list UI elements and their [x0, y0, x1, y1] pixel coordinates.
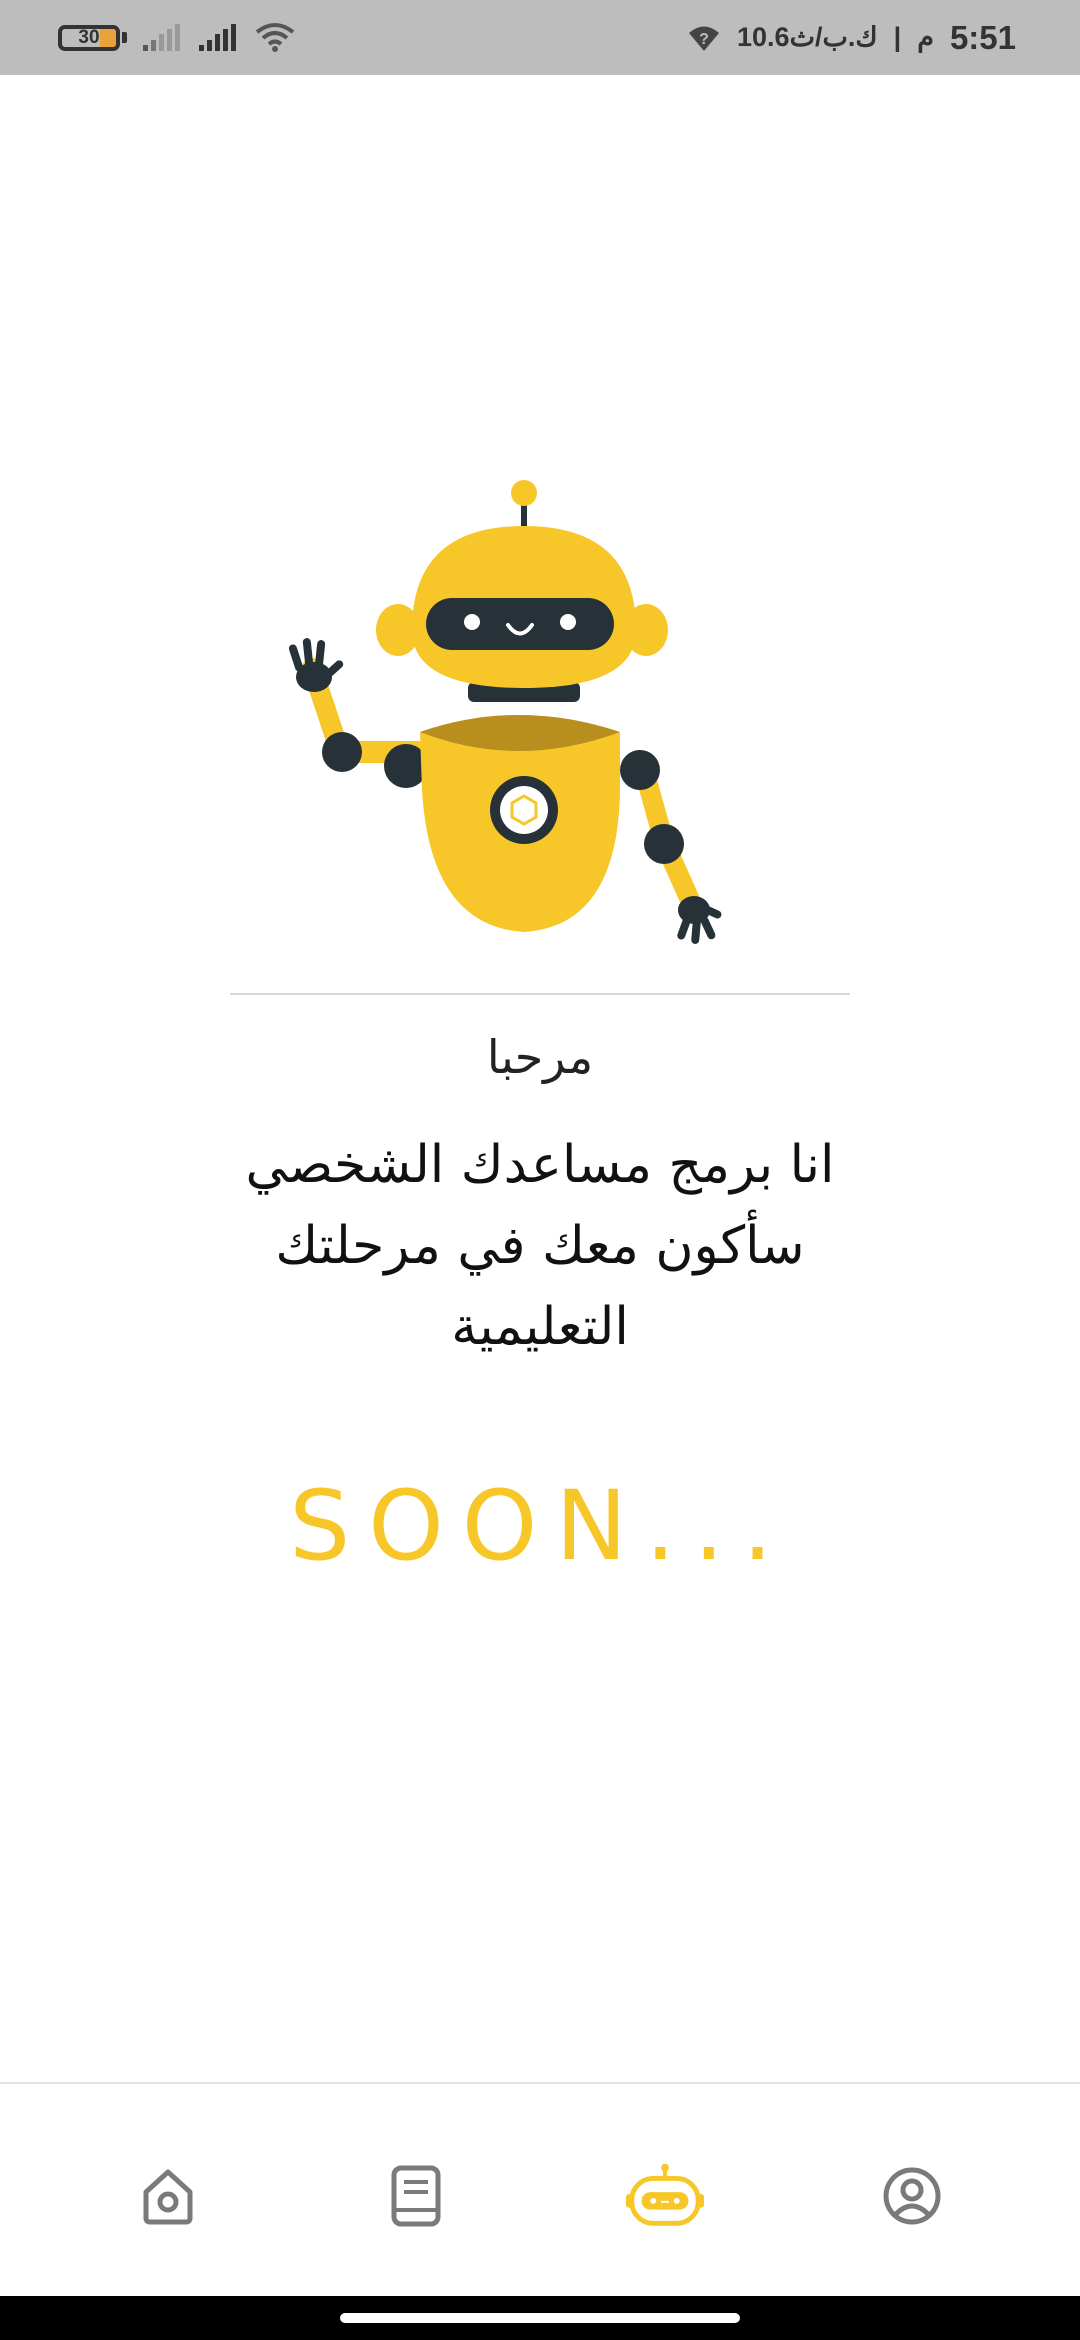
intro-text: انا برمج مساعدك الشخصي سأكون معك في مرحل… — [245, 1135, 835, 1357]
wifi-question-icon: ? — [689, 26, 719, 51]
signal-icon — [199, 23, 236, 51]
wifi-icon — [255, 22, 295, 52]
robot-icon — [625, 2163, 705, 2226]
data-speed: 10.6ك.ب/ث — [737, 22, 878, 52]
battery-level: 30 — [78, 26, 100, 48]
status-separator: | — [893, 22, 902, 52]
nav-profile[interactable] — [872, 2156, 952, 2236]
nav-book[interactable] — [376, 2156, 456, 2236]
home-gesture-bar[interactable] — [340, 2313, 740, 2323]
svg-text:?: ? — [699, 31, 709, 48]
battery-icon: 30 — [58, 24, 120, 51]
divider — [230, 993, 850, 995]
status-bar: 30 ? 10.6ك.ب/ث | م 5:51 — [0, 0, 1080, 75]
soon-label: SOON... — [289, 1470, 791, 1582]
profile-icon — [883, 2167, 941, 2225]
status-right: ? 10.6ك.ب/ث | م 5:51 — [687, 0, 1016, 75]
am-pm: م — [917, 22, 934, 52]
bottom-nav — [0, 2082, 1080, 2298]
status-left-icons: 30 — [58, 0, 297, 75]
battery-tip — [122, 32, 127, 43]
status-time: 5:51 — [949, 18, 1016, 56]
greeting-text: مرحبا — [486, 1030, 594, 1084]
nav-home[interactable] — [128, 2156, 208, 2236]
signal-icon — [143, 23, 180, 51]
nav-bot[interactable] — [624, 2156, 706, 2236]
book-icon — [391, 2165, 441, 2227]
robot-illustration — [288, 480, 722, 944]
home-icon — [143, 2169, 193, 2225]
